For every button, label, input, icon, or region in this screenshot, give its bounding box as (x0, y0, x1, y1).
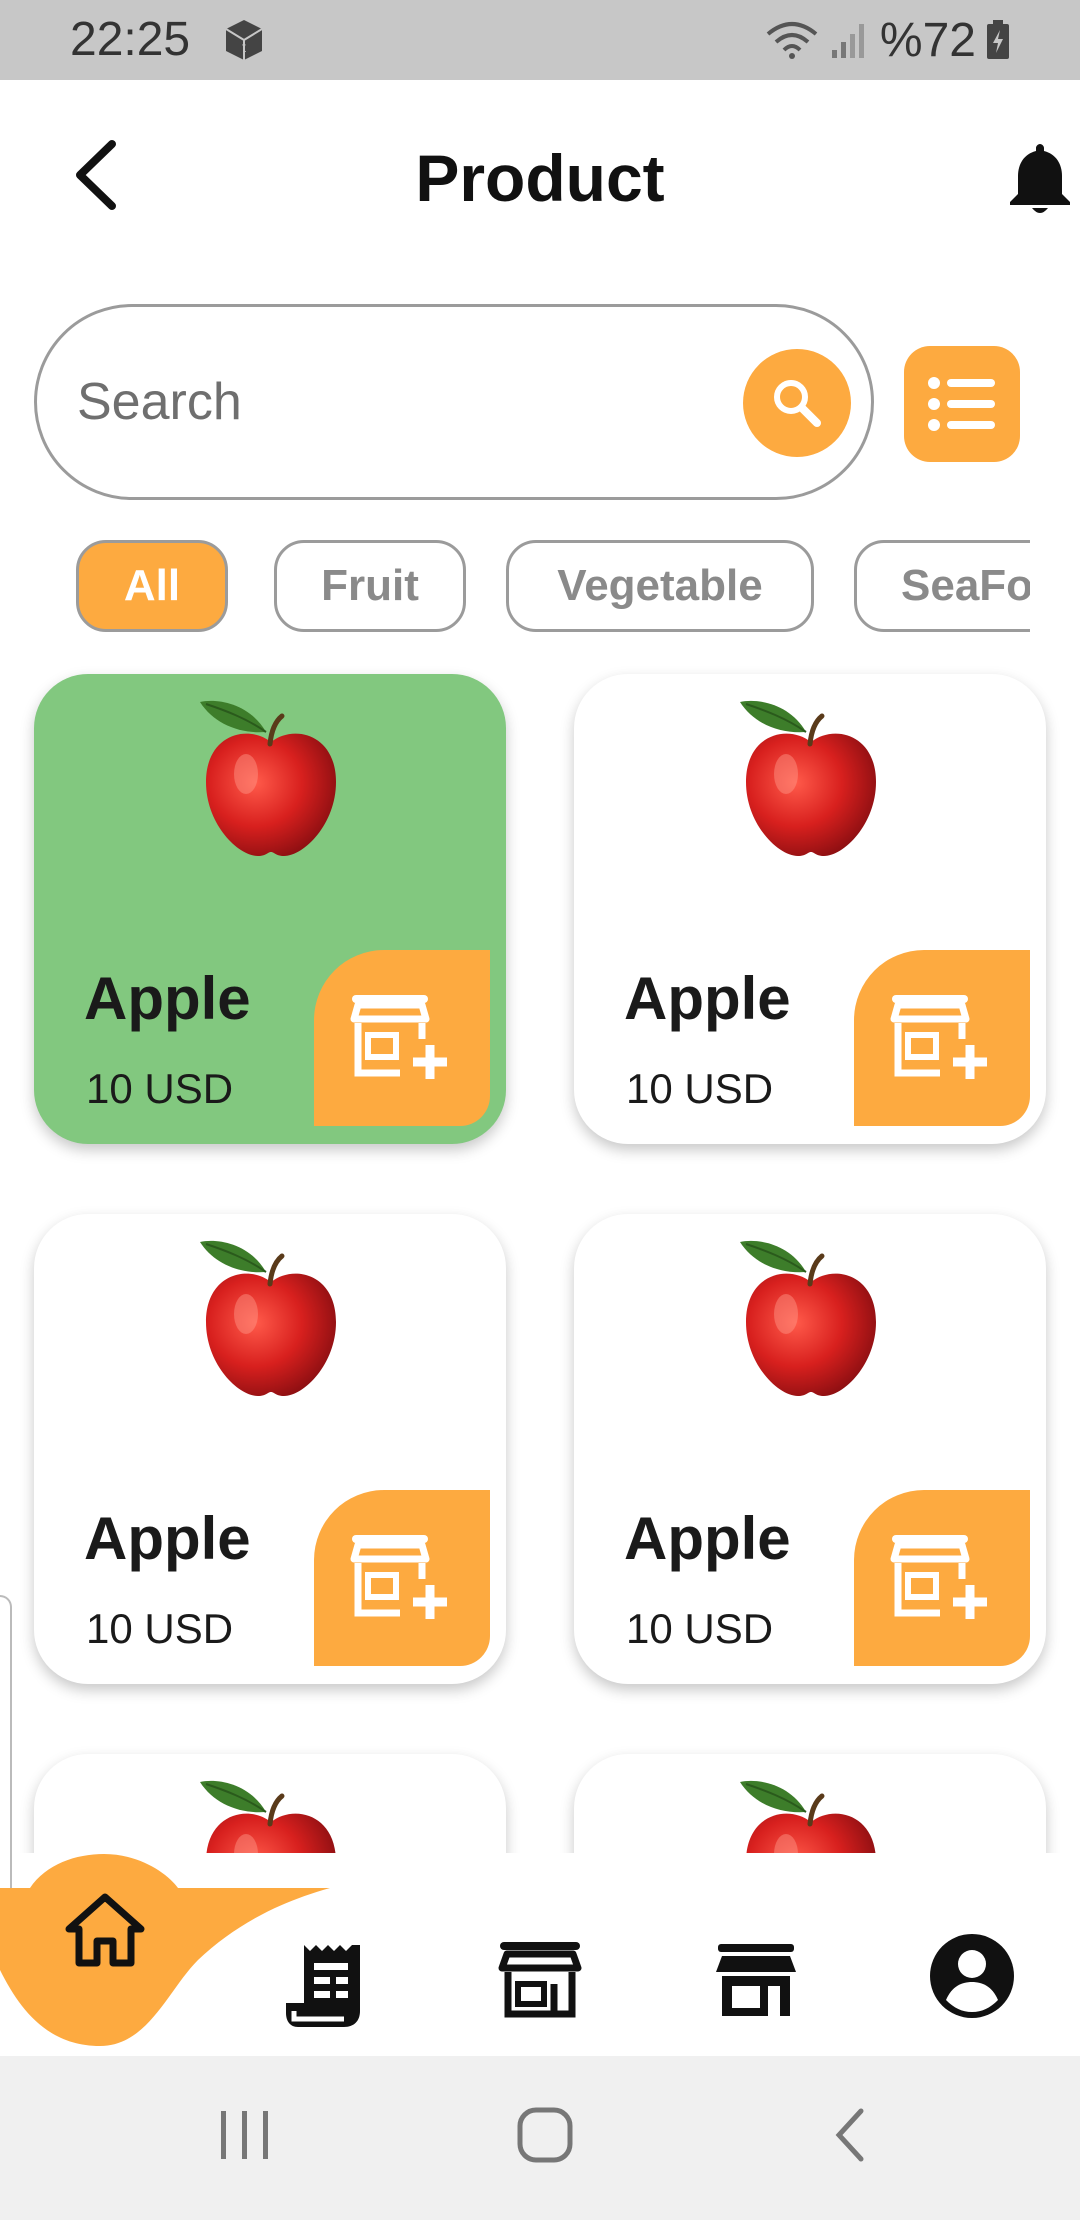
store-add-icon (890, 1535, 987, 1619)
apple-image (200, 1234, 342, 1399)
apple-image (740, 694, 882, 859)
nav-profile[interactable] (922, 1926, 1022, 2026)
nav-home[interactable] (60, 1884, 150, 1974)
apple-image (200, 694, 342, 859)
bell-icon (1010, 144, 1070, 213)
product-name: Apple (84, 1505, 251, 1572)
nav-orders[interactable] (276, 1930, 372, 2040)
status-time: 22:25 (70, 13, 191, 66)
apple-image (740, 1234, 882, 1399)
chip-label: Fruit (321, 561, 419, 610)
search-input[interactable] (75, 351, 719, 453)
home-icon (65, 1893, 145, 1967)
receipt-icon (286, 1945, 360, 2027)
search-bar (34, 304, 874, 500)
store-add-icon (890, 995, 987, 1079)
product-price: 10 USD (626, 1605, 774, 1652)
product-price: 10 USD (626, 1065, 774, 1112)
product-card[interactable]: Apple 10 USD (574, 1214, 1046, 1684)
chip-label: All (123, 561, 181, 610)
battery-charging-icon (986, 20, 1010, 60)
recent-apps-icon (221, 2111, 268, 2159)
account-circle-icon (930, 1934, 1014, 2018)
chip-all[interactable]: All (76, 540, 228, 632)
add-to-cart-button[interactable] (314, 950, 490, 1126)
store-add-icon (350, 1535, 447, 1619)
add-to-cart-button[interactable] (314, 1490, 490, 1666)
product-card[interactable]: Apple 10 USD (34, 1214, 506, 1684)
store-filled-icon (716, 1944, 796, 2016)
category-chips: All Fruit Vegetable SeaFo (0, 538, 1030, 638)
product-card[interactable]: Apple 10 USD (574, 1754, 1046, 1853)
back-arrow-icon (835, 2108, 864, 2162)
chip-label: SeaFo (901, 561, 1030, 610)
apple-image (200, 1774, 342, 1853)
search-icon (774, 380, 821, 427)
page-title: Product (415, 141, 665, 215)
signal-icon (830, 20, 870, 60)
product-card[interactable]: Apple 10 USD (34, 1754, 506, 1853)
add-to-cart-button[interactable] (854, 1490, 1030, 1666)
list-icon (928, 377, 995, 431)
search-button[interactable] (743, 349, 851, 457)
store-outline-icon (498, 1942, 582, 2018)
home-square-icon (517, 2107, 573, 2163)
home-button[interactable] (490, 2090, 600, 2180)
product-card[interactable]: Apple 10 USD (574, 674, 1046, 1144)
system-back-button[interactable] (794, 2090, 904, 2180)
chip-fruit[interactable]: Fruit (274, 540, 466, 632)
product-card[interactable]: Apple 10 USD (34, 674, 506, 1144)
recent-apps-button[interactable] (190, 2090, 300, 2180)
chip-label: Vegetable (557, 561, 763, 610)
product-name: Apple (84, 965, 251, 1032)
product-price: 10 USD (86, 1065, 234, 1112)
battery-level: %72 (879, 13, 976, 67)
product-name: Apple (624, 965, 791, 1032)
nav-shop[interactable] (706, 1930, 806, 2030)
chip-seafood[interactable]: SeaFo (854, 540, 1030, 632)
add-to-cart-button[interactable] (854, 950, 1030, 1126)
product-price: 10 USD (86, 1605, 234, 1652)
store-add-icon (350, 995, 447, 1079)
svg-text:t: t (242, 39, 246, 55)
status-indicators: %72 (764, 10, 1010, 70)
wifi-icon (764, 20, 820, 60)
filter-list-button[interactable] (904, 346, 1020, 462)
notifications-button[interactable] (1002, 138, 1078, 218)
nav-store[interactable] (490, 1930, 590, 2030)
package-icon: t (224, 18, 264, 62)
product-name: Apple (624, 1505, 791, 1572)
chip-vegetable[interactable]: Vegetable (506, 540, 814, 632)
apple-image (740, 1774, 882, 1853)
product-grid: Apple 10 USD Apple 10 USD Apple 10 USD A… (0, 660, 1080, 1853)
